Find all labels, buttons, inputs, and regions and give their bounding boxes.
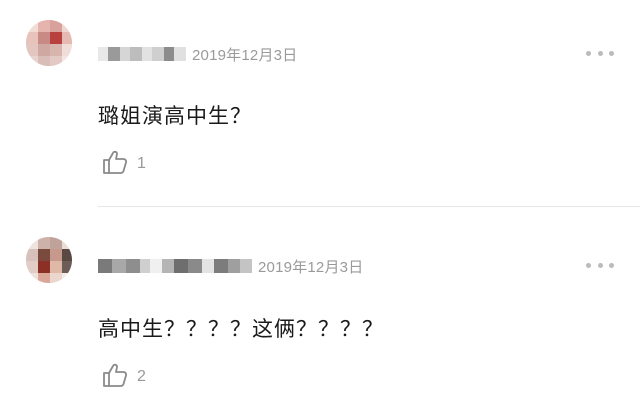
comment-date: 2019年12月3日: [192, 46, 298, 64]
comment-text: 璐姐演高中生？: [98, 104, 252, 128]
comment-date: 2019年12月3日: [258, 258, 364, 276]
avatar[interactable]: [26, 20, 72, 66]
comment-meta: 2019年12月3日: [98, 42, 297, 66]
avatar[interactable]: [26, 237, 72, 283]
thumbs-up-icon: [101, 361, 129, 393]
comment-item: 2019年12月3日 高中生？？？？这俩？？？？ 2: [0, 207, 640, 418]
more-dots-icon[interactable]: [586, 260, 614, 270]
like-button[interactable]: 2: [101, 361, 146, 393]
more-dots-icon[interactable]: [586, 48, 614, 58]
username-redacted[interactable]: [98, 254, 252, 278]
thumbs-up-icon: [101, 148, 129, 180]
like-count: 2: [137, 368, 146, 385]
like-count: 1: [137, 155, 146, 172]
comment-item: 2019年12月3日 璐姐演高中生？ 1: [0, 0, 640, 205]
comment-meta: 2019年12月3日: [98, 254, 363, 278]
like-button[interactable]: 1: [101, 148, 146, 180]
comment-text: 高中生？？？？这俩？？？？: [98, 317, 384, 341]
username-redacted[interactable]: [98, 42, 186, 66]
